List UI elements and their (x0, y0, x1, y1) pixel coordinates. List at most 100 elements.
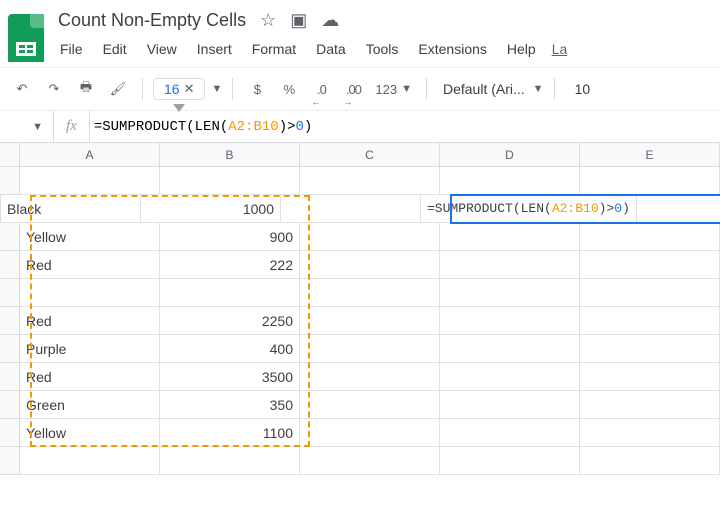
document-title[interactable]: Count Non-Empty Cells (52, 8, 252, 33)
cell[interactable]: 400 (160, 335, 300, 363)
cell[interactable] (580, 363, 720, 391)
cell[interactable] (580, 419, 720, 447)
row-header[interactable] (0, 419, 20, 447)
cell[interactable]: 222 (160, 251, 300, 279)
cell[interactable] (580, 335, 720, 363)
cell[interactable]: 1000 (141, 195, 281, 223)
col-header[interactable]: D (440, 143, 580, 166)
cell[interactable]: 2250 (160, 307, 300, 335)
cell[interactable] (440, 447, 580, 475)
active-cell[interactable]: =SUMPRODUCT(LEN(A2:B10)>0) (421, 195, 637, 223)
menu-tools[interactable]: Tools (358, 37, 407, 61)
cell[interactable] (20, 447, 160, 475)
col-header[interactable]: E (580, 143, 720, 166)
name-box[interactable]: ▼ (0, 111, 54, 142)
cell[interactable] (20, 279, 160, 307)
cell[interactable] (580, 279, 720, 307)
increase-decimal-button[interactable]: .00 (339, 75, 367, 103)
col-header[interactable]: A (20, 143, 160, 166)
print-button[interactable]: 🖶 (72, 75, 100, 103)
cell[interactable]: Red (20, 251, 160, 279)
cell[interactable] (440, 279, 580, 307)
percent-button[interactable]: % (275, 75, 303, 103)
menu-file[interactable]: File (52, 37, 91, 61)
cell[interactable]: 1100 (160, 419, 300, 447)
cell[interactable] (440, 167, 580, 195)
cell[interactable] (440, 363, 580, 391)
cell[interactable] (300, 391, 440, 419)
cell[interactable] (300, 419, 440, 447)
menu-edit[interactable]: Edit (95, 37, 135, 61)
cell[interactable]: 900 (160, 223, 300, 251)
cell[interactable] (580, 223, 720, 251)
currency-button[interactable]: $ (243, 75, 271, 103)
paint-format-button[interactable]: 🖌 (104, 75, 132, 103)
move-icon[interactable]: ▣ (290, 10, 307, 31)
decrease-decimal-button[interactable]: .0 (307, 75, 335, 103)
row-header[interactable] (0, 335, 20, 363)
cell[interactable] (440, 419, 580, 447)
row-header[interactable] (0, 223, 20, 251)
cell[interactable]: Yellow (20, 419, 160, 447)
cell[interactable]: Yellow (20, 223, 160, 251)
menu-data[interactable]: Data (308, 37, 354, 61)
cell[interactable]: 3500 (160, 363, 300, 391)
cell[interactable] (300, 307, 440, 335)
cell[interactable]: Green (20, 391, 160, 419)
cell[interactable] (300, 363, 440, 391)
cloud-icon[interactable]: ☁ (321, 10, 339, 31)
select-all-corner[interactable] (0, 143, 20, 166)
cell[interactable]: Red (20, 307, 160, 335)
cell[interactable]: Purple (20, 335, 160, 363)
cell[interactable] (300, 251, 440, 279)
cell[interactable] (281, 195, 421, 223)
number-format-button[interactable]: 123▼ (371, 75, 416, 103)
menu-help[interactable]: Help (499, 37, 544, 61)
cell[interactable] (440, 391, 580, 419)
row-header[interactable] (0, 307, 20, 335)
menu-view[interactable]: View (139, 37, 185, 61)
cell[interactable]: 350 (160, 391, 300, 419)
cell[interactable] (580, 447, 720, 475)
row-header[interactable] (0, 167, 20, 195)
cell[interactable] (580, 391, 720, 419)
menu-insert[interactable]: Insert (189, 37, 240, 61)
cell[interactable] (160, 279, 300, 307)
font-size-select[interactable]: 10 (565, 81, 607, 97)
col-header[interactable]: C (300, 143, 440, 166)
last-edit-link[interactable]: La (548, 37, 572, 61)
cell[interactable] (637, 195, 720, 223)
zoom-select[interactable]: 16✕ (153, 78, 205, 100)
star-icon[interactable]: ☆ (260, 10, 276, 31)
cell[interactable] (440, 335, 580, 363)
cell[interactable] (160, 167, 300, 195)
cell[interactable] (300, 447, 440, 475)
menu-format[interactable]: Format (244, 37, 304, 61)
cell[interactable] (300, 223, 440, 251)
col-header[interactable]: B (160, 143, 300, 166)
row-header[interactable] (0, 391, 20, 419)
cell[interactable] (440, 307, 580, 335)
row-header[interactable] (0, 363, 20, 391)
cell[interactable] (580, 167, 720, 195)
cell[interactable] (20, 167, 160, 195)
undo-button[interactable]: ↶ (8, 75, 36, 103)
cell[interactable] (440, 251, 580, 279)
menu-extensions[interactable]: Extensions (410, 37, 494, 61)
cell[interactable]: Red (20, 363, 160, 391)
cell[interactable] (160, 447, 300, 475)
cell[interactable]: Black (1, 195, 141, 223)
redo-button[interactable]: ↷ (40, 75, 68, 103)
cell[interactable] (580, 307, 720, 335)
row-header[interactable] (0, 279, 20, 307)
formula-input[interactable]: =SUMPRODUCT(LEN(A2:B10)>0) (90, 119, 313, 135)
spreadsheet-grid[interactable]: A B C D E Black 1000 =SUMPRODUCT(LEN(A2:… (0, 143, 720, 475)
zoom-dropdown-icon[interactable]: ▼ (211, 83, 222, 95)
cell[interactable] (440, 223, 580, 251)
cell[interactable] (300, 167, 440, 195)
cell[interactable] (580, 251, 720, 279)
cell[interactable] (300, 335, 440, 363)
cell[interactable] (300, 279, 440, 307)
row-header[interactable] (0, 251, 20, 279)
row-header[interactable] (0, 447, 20, 475)
